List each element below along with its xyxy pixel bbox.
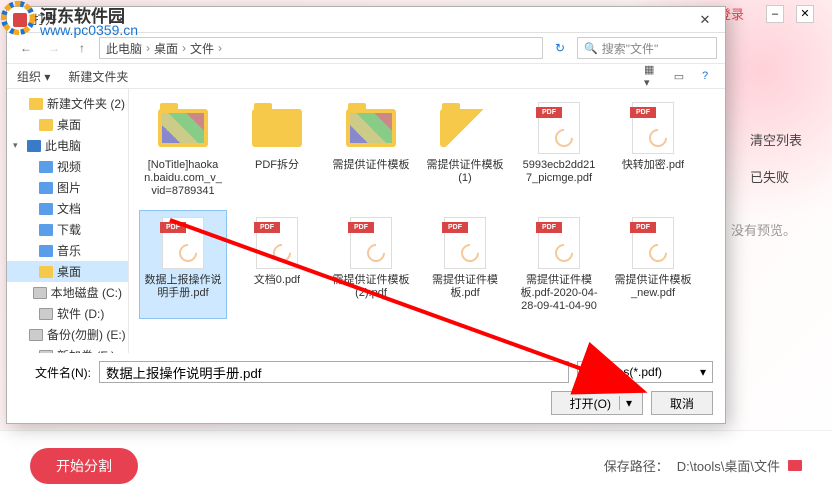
refresh-button[interactable]: ↻ xyxy=(549,41,571,55)
failed-link[interactable]: 已失败 xyxy=(750,167,802,186)
tree-item[interactable]: 音乐 xyxy=(7,240,128,261)
file-grid: [NoTitle]haokan.baidu.com_v_vid=8789341P… xyxy=(139,95,715,319)
file-item[interactable]: PDF5993ecb2dd217_picmge.pdf xyxy=(515,95,603,204)
close-button[interactable]: ✕ xyxy=(796,5,814,23)
dialog-close-button[interactable]: ✕ xyxy=(691,12,719,28)
filename-label: 文件名(N): xyxy=(19,364,91,381)
file-item[interactable]: [NoTitle]haokan.baidu.com_v_vid=8789341 xyxy=(139,95,227,204)
tree-item[interactable]: 下载 xyxy=(7,219,128,240)
save-path-label: 保存路径： xyxy=(604,456,669,475)
search-icon: 🔍 xyxy=(584,42,598,55)
watermark-logo xyxy=(0,0,36,36)
watermark-url: www.pc0359.cn xyxy=(40,22,138,38)
tree-item[interactable]: 新建文件夹 (2) xyxy=(7,93,128,114)
file-item[interactable]: 需提供证件模板 (1) xyxy=(421,95,509,204)
tree-item[interactable]: 软件 (D:) xyxy=(7,303,128,324)
file-item[interactable]: PDF需提供证件模板.pdf xyxy=(421,210,509,319)
help-button[interactable]: ? xyxy=(695,67,715,85)
file-item[interactable]: PDF数据上报操作说明手册.pdf xyxy=(139,210,227,319)
view-mode-button[interactable]: ▦ ▾ xyxy=(643,67,663,85)
tree-item[interactable]: 桌面 xyxy=(7,114,128,135)
file-item[interactable]: PDF拆分 xyxy=(233,95,321,204)
tree-item[interactable]: 新加卷 (F:) xyxy=(7,345,128,353)
tree-item[interactable]: 视频 xyxy=(7,156,128,177)
folder-icon[interactable] xyxy=(788,460,802,471)
tree-item[interactable]: 桌面 xyxy=(7,261,128,282)
new-folder-button[interactable]: 新建文件夹 xyxy=(68,68,128,85)
file-item[interactable]: PDF需提供证件模板.pdf-2020-04-28-09-41-04-909.p… xyxy=(515,210,603,319)
folder-tree[interactable]: 新建文件夹 (2)桌面▾此电脑视频图片文档下载音乐桌面本地磁盘 (C:)软件 (… xyxy=(7,89,129,353)
tree-item[interactable]: ▾此电脑 xyxy=(7,135,128,156)
tree-item[interactable]: 图片 xyxy=(7,177,128,198)
organize-menu[interactable]: 组织 ▾ xyxy=(17,68,50,85)
file-item[interactable]: PDF文档0.pdf xyxy=(233,210,321,319)
breadcrumb[interactable]: 此电脑› 桌面› 文件› xyxy=(99,37,543,59)
file-item[interactable]: 需提供证件模板 xyxy=(327,95,415,204)
open-button[interactable]: 打开(O)▾ xyxy=(551,391,643,415)
save-path-value: D:\tools\桌面\文件 xyxy=(677,456,780,475)
nav-up-button[interactable]: ↑ xyxy=(71,38,93,58)
filename-input[interactable] xyxy=(99,361,569,383)
start-split-button[interactable]: 开始分割 xyxy=(30,448,138,484)
search-input[interactable]: 🔍 搜索"文件" xyxy=(577,37,717,59)
clear-list-link[interactable]: 清空列表 xyxy=(750,130,802,149)
tree-item[interactable]: 备份(勿删) (E:) xyxy=(7,324,128,345)
cancel-button[interactable]: 取消 xyxy=(651,391,713,415)
no-preview-text: 没有预览。 xyxy=(731,220,796,239)
file-item[interactable]: PDF需提供证件模板 (2).pdf xyxy=(327,210,415,319)
tree-item[interactable]: 本地磁盘 (C:) xyxy=(7,282,128,303)
open-dialog: 打开 ✕ ← → ↑ 此电脑› 桌面› 文件› ↻ 🔍 搜索"文件" 组织 ▾ … xyxy=(6,6,726,424)
file-item[interactable]: PDF快转加密.pdf xyxy=(609,95,697,204)
file-item[interactable]: PDF需提供证件模板_new.pdf xyxy=(609,210,697,319)
preview-pane-button[interactable]: ▭ xyxy=(669,67,689,85)
tree-item[interactable]: 文档 xyxy=(7,198,128,219)
nav-forward-button[interactable]: → xyxy=(43,38,65,58)
minimize-button[interactable]: – xyxy=(766,5,784,23)
filetype-dropdown[interactable]: pdf Files(*.pdf)▾ xyxy=(577,361,713,383)
nav-back-button[interactable]: ← xyxy=(15,38,37,58)
